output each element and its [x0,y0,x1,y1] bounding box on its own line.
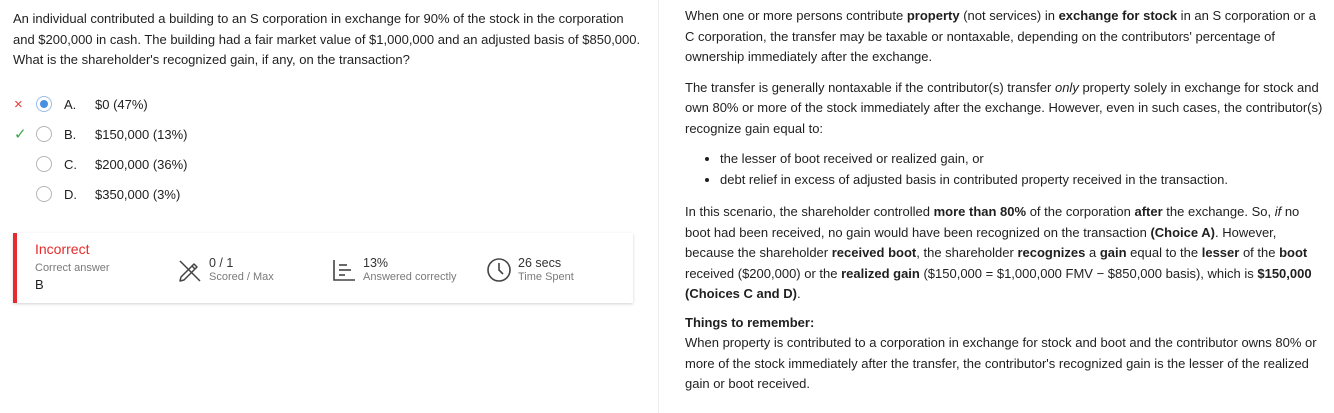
pencil-slash-icon [179,260,201,282]
explanation-paragraph-3: In this scenario, the shareholder contro… [685,204,1312,301]
choice-letter: C. [64,157,77,172]
choice-letter: A. [64,97,77,112]
choice-a[interactable]: × A. $0 (47%) [0,95,400,117]
correct-check-icon: ✓ [14,126,27,143]
correct-answer-label: Correct answer [35,262,110,274]
remember-heading: Things to remember: [685,314,815,330]
correct-answer-value: B [35,277,44,292]
radio-button[interactable] [36,126,52,142]
answered-value: 13% [363,256,389,270]
time-label: Time Spent [518,271,574,283]
score-value: 0 / 1 [209,256,234,270]
choice-text: $0 (47%) [95,97,148,112]
explanation-panel: When one or more persons contribute prop… [685,6,1325,395]
gain-rules-list: the lesser of boot received or realized … [685,149,1325,190]
explanation-paragraph-2: The transfer is generally nontaxable if … [685,79,1323,136]
choice-letter: B. [64,127,77,142]
answered-label: Answered correctly [363,271,457,283]
question-text: An individual contributed a building to … [13,11,641,67]
remember-text: When property is contributed to a corpor… [685,335,1317,391]
result-card: Incorrect Correct answer B 0 / 1 Scored … [13,233,633,303]
choice-text: $150,000 (13%) [95,127,188,142]
score-label: Scored / Max [209,271,274,283]
choice-b[interactable]: ✓ B. $150,000 (13%) [0,125,400,147]
question-panel: An individual contributed a building to … [0,0,658,413]
choice-text: $200,000 (36%) [95,157,188,172]
incorrect-x-icon: × [14,96,23,113]
choice-c[interactable]: C. $200,000 (36%) [0,155,400,177]
clock-icon [487,258,511,282]
radio-button[interactable] [36,186,52,202]
radio-button-selected[interactable] [36,96,52,112]
panel-divider [658,0,659,413]
choice-text: $350,000 (3%) [95,187,181,202]
bar-chart-icon [333,260,355,281]
result-status: Incorrect [35,241,90,257]
explanation-paragraph-1: When one or more persons contribute prop… [685,8,1316,64]
time-value: 26 secs [518,256,562,270]
list-item: the lesser of boot received or realized … [720,149,1325,170]
choice-letter: D. [64,187,77,202]
radio-button[interactable] [36,156,52,172]
list-item: debt relief in excess of adjusted basis … [720,170,1325,191]
choice-d[interactable]: D. $350,000 (3%) [0,185,400,207]
